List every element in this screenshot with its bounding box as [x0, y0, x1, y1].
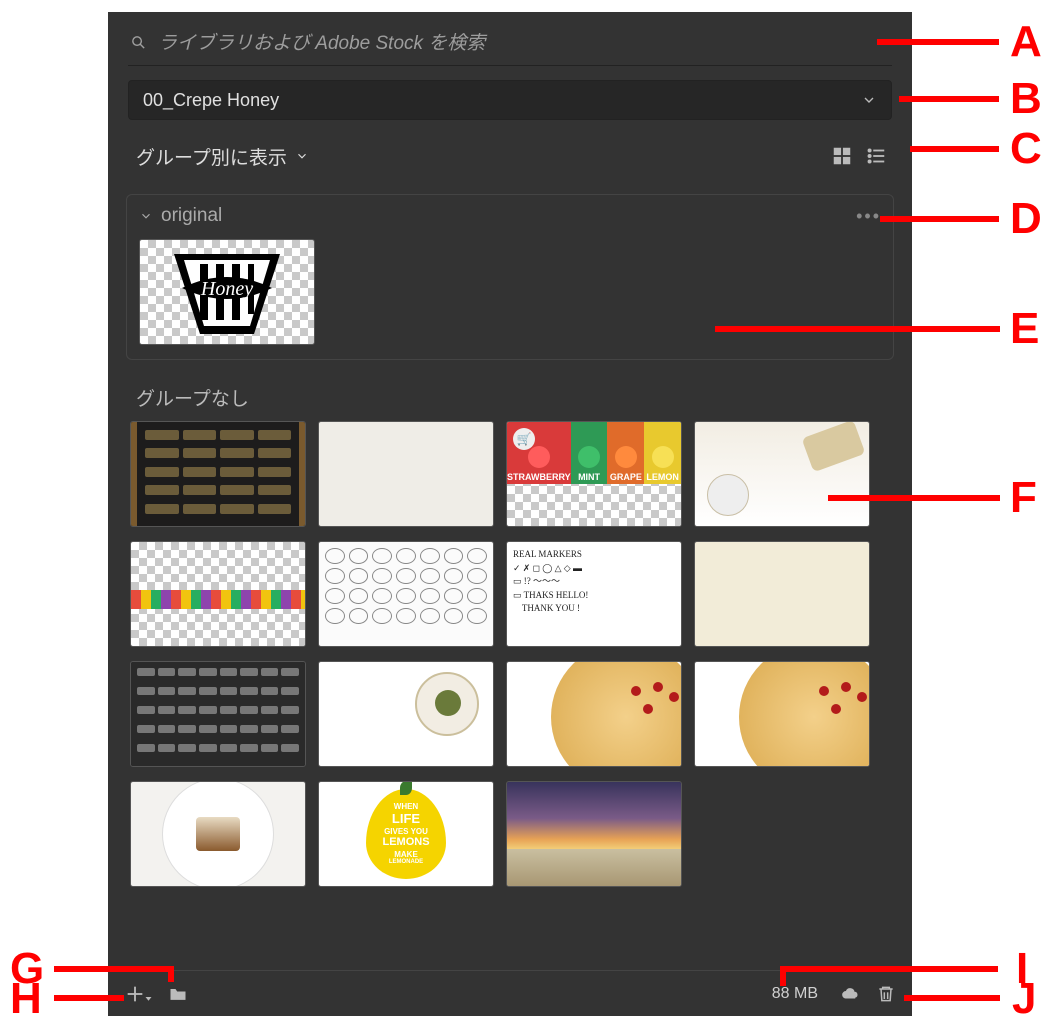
- grid-view-button[interactable]: [828, 142, 856, 170]
- lemon-line: LIFE: [392, 811, 420, 827]
- cc-libraries-panel: ライブラリおよび Adobe Stock を検索 00_Crepe Honey …: [108, 12, 912, 1016]
- callout-label-b: B: [1010, 77, 1042, 121]
- asset-fruit-line[interactable]: [130, 541, 306, 647]
- asset-flour[interactable]: [694, 421, 870, 527]
- view-options-row: グループ別に表示: [108, 130, 912, 186]
- callout-label-h: H: [10, 977, 42, 1021]
- group-by-label: グループ別に表示: [136, 143, 287, 170]
- chevron-down-icon: [861, 92, 877, 108]
- callout-line-g: [54, 966, 174, 972]
- asset-flavor-labels[interactable]: STRAWBERRY MINT GRAPE LEMON 🛒: [506, 421, 682, 527]
- callout-line-j: [904, 995, 1000, 1001]
- svg-text:Honey: Honey: [200, 278, 253, 300]
- flavor-label: GRAPE: [610, 472, 642, 482]
- callout-label-a: A: [1010, 20, 1042, 64]
- library-dropdown-value: 00_Crepe Honey: [143, 90, 279, 111]
- callout-line-g-v: [168, 966, 174, 982]
- asset-chalk-doodles[interactable]: [130, 661, 306, 767]
- asset-herbs-plate[interactable]: [318, 661, 494, 767]
- callout-label-j: J: [1012, 977, 1036, 1021]
- callout-label-c: C: [1010, 127, 1042, 171]
- asset-lemon-poster[interactable]: WHEN LIFE GIVES YOU LEMONS MAKE LEMONADE: [318, 781, 494, 887]
- ungrouped-label: グループなし: [108, 360, 912, 421]
- flavor-label: STRAWBERRY: [507, 472, 571, 482]
- callout-label-d: D: [1010, 197, 1042, 241]
- group-more-icon[interactable]: •••: [856, 206, 881, 227]
- asset-crepe-2[interactable]: [694, 661, 870, 767]
- delete-button[interactable]: [876, 983, 896, 1005]
- callout-line-f: [828, 495, 1000, 501]
- callout-line-a: [877, 39, 999, 45]
- callout-label-e: E: [1010, 307, 1039, 351]
- library-dropdown[interactable]: 00_Crepe Honey: [128, 80, 892, 120]
- flavor-label: MINT: [578, 472, 600, 482]
- callout-line-h: [54, 995, 124, 1001]
- lemon-line: LEMONS: [382, 836, 429, 849]
- lemon-line: LEMONADE: [389, 859, 423, 866]
- asset-cake-slice[interactable]: [130, 781, 306, 887]
- callout-line-b: [899, 96, 999, 102]
- asset-real-markers[interactable]: REAL MARKERS ✓ ✗ ◻ ◯ △ ◇ ▬ ▭ !? ～～～ ▭ TH…: [506, 541, 682, 647]
- callout-line-i: [780, 966, 998, 972]
- sync-cloud-icon[interactable]: [838, 985, 862, 1003]
- asset-menu-board[interactable]: [130, 421, 306, 527]
- search-placeholder: ライブラリおよび Adobe Stock を検索: [158, 28, 485, 55]
- group-header: original •••: [139, 205, 881, 227]
- view-toggles: [828, 142, 890, 170]
- panel-footer: 88 MB: [108, 970, 912, 1016]
- add-content-button[interactable]: [124, 983, 153, 1005]
- asset-grid: STRAWBERRY MINT GRAPE LEMON 🛒 REAL MARKE…: [108, 421, 912, 887]
- callout-line-e: [715, 326, 1000, 332]
- asset-crepe-1[interactable]: [506, 661, 682, 767]
- asset-sunset-beach[interactable]: [506, 781, 682, 887]
- lemon-line: WHEN: [394, 802, 418, 812]
- new-group-button[interactable]: [167, 984, 189, 1004]
- lemon-line: MAKE: [394, 850, 418, 860]
- asset-paper-texture[interactable]: [318, 421, 494, 527]
- group-original: original ••• Honey: [126, 194, 894, 360]
- divider: [128, 65, 892, 66]
- callout-line-i-v: [780, 966, 786, 986]
- honey-logo-graphic: Honey: [140, 240, 314, 344]
- list-view-button[interactable]: [862, 142, 890, 170]
- lemon-line: GIVES YOU: [384, 827, 428, 837]
- asset-honey-logo[interactable]: Honey: [139, 239, 315, 345]
- callout-label-f: F: [1010, 476, 1037, 520]
- group-by-dropdown[interactable]: グループ別に表示: [136, 143, 309, 170]
- asset-icon-sheet[interactable]: [318, 541, 494, 647]
- group-name: original: [161, 205, 222, 227]
- callout-line-d: [880, 216, 999, 222]
- search-icon: [130, 34, 146, 50]
- cart-icon: 🛒: [513, 428, 535, 450]
- callout-line-c: [910, 146, 999, 152]
- markers-text: REAL MARKERS ✓ ✗ ◻ ◯ △ ◇ ▬ ▭ !? ～～～ ▭ TH…: [513, 548, 675, 640]
- library-size: 88 MB: [772, 985, 818, 1003]
- flavor-label: LEMON: [646, 472, 679, 482]
- asset-beige-paper[interactable]: [694, 541, 870, 647]
- group-toggle[interactable]: original: [139, 205, 222, 227]
- search-bar[interactable]: ライブラリおよび Adobe Stock を検索: [108, 12, 912, 65]
